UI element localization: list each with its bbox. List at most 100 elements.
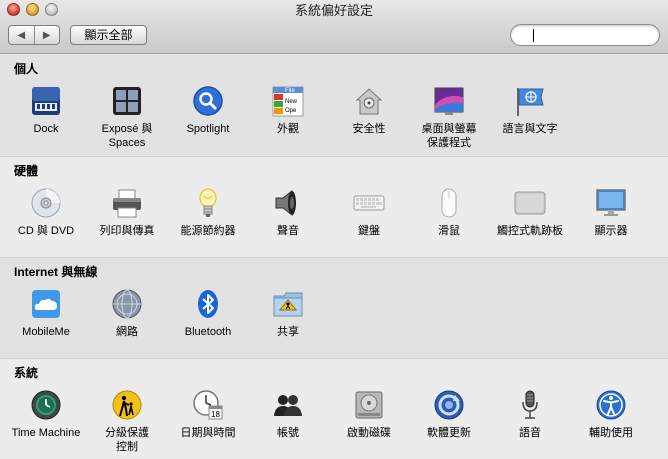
mobileme-icon [32, 290, 60, 318]
pref-pane-label: 分級保護 控制 [105, 427, 149, 453]
pref-pane-label: Exposé 與 Spaces [101, 123, 153, 149]
text-caret [533, 29, 534, 42]
section-title: 硬體 [14, 164, 39, 178]
software-update-icon [434, 390, 464, 420]
pref-pane-spotlight[interactable]: Spotlight [167, 85, 249, 136]
pref-pane-dock[interactable]: Dock [5, 85, 87, 136]
appearance-icon-text-3: Ope [285, 108, 297, 114]
startup-disk-icon [355, 391, 383, 419]
pref-pane-label: 語言與文字 [502, 123, 558, 135]
pref-pane-label: 軟體更新 [427, 427, 471, 439]
show-all-button[interactable]: 顯示全部 [70, 25, 147, 45]
section-personal: 個人 Dock Exposé 與 Spaces Spotlight File N… [0, 55, 668, 156]
pref-pane-label: 帳號 [277, 427, 299, 439]
appearance-icon-text-1: File [285, 88, 295, 94]
pref-pane-label: 能源節約器 [180, 225, 236, 237]
speech-icon [522, 390, 538, 419]
section-hardware: 硬體 CD 與 DVD 列印與傳真 能源節約器 聲音 鍵盤 滑鼠 觸控式軌跡板 … [0, 157, 668, 257]
pref-pane-label: 啟動磁碟 [347, 427, 391, 439]
pref-pane-label: 鍵盤 [358, 225, 380, 237]
pref-pane-keyboard[interactable]: 鍵盤 [328, 187, 410, 238]
energy-saver-icon [199, 188, 217, 217]
pref-pane-label: 列印與傳真 [99, 225, 155, 237]
pref-pane-label: CD 與 DVD [17, 225, 75, 237]
parental-controls-icon [112, 390, 142, 420]
pref-pane-language-text[interactable]: 語言與文字 [489, 85, 571, 136]
pref-pane-displays[interactable]: 顯示器 [570, 187, 652, 238]
section-internet-wireless: Internet 與無線 MobileMe 網路 Bluetooth 共享 [0, 258, 668, 358]
pref-pane-label: 桌面與螢幕 保護程式 [421, 123, 477, 149]
mouse-icon [441, 188, 457, 218]
security-icon [355, 88, 383, 115]
pref-pane-label: 安全性 [352, 123, 386, 135]
pref-pane-label: 共享 [277, 326, 299, 338]
pref-pane-security[interactable]: 安全性 [328, 85, 410, 136]
time-machine-icon [31, 390, 61, 420]
appearance-icon-text-2: New [285, 99, 298, 105]
pref-pane-trackpad[interactable]: 觸控式軌跡板 [489, 187, 571, 238]
pref-pane-energy-saver[interactable]: 能源節約器 [167, 187, 249, 238]
cd-dvd-icon [31, 188, 61, 218]
expose-spaces-icon [113, 87, 141, 115]
pref-pane-cd-dvd[interactable]: CD 與 DVD [5, 187, 87, 238]
pref-pane-label: 輔助使用 [589, 427, 633, 439]
back-forward-control: ◀ ▶ [8, 25, 60, 45]
calendar-day-text: 18 [211, 410, 220, 419]
pref-pane-appearance[interactable]: File New Ope 外觀 [247, 85, 329, 136]
pref-pane-software-update[interactable]: 軟體更新 [408, 389, 490, 440]
pref-pane-label: 顯示器 [594, 225, 628, 237]
date-time-icon: 18 [193, 390, 223, 420]
pref-pane-accounts[interactable]: 帳號 [247, 389, 329, 440]
pref-pane-parental-controls[interactable]: 分級保護 控制 [86, 389, 168, 454]
pref-pane-label: Dock [33, 123, 59, 135]
search-field[interactable] [510, 24, 668, 46]
pref-pane-label: MobileMe [22, 326, 70, 338]
dock-icon [32, 87, 60, 115]
pref-pane-label: 網路 [116, 326, 138, 338]
pref-pane-startup-disk[interactable]: 啟動磁碟 [328, 389, 410, 440]
section-system: 系統 Time Machine 分級保護 控制 18 日期與時間 帳號 啟動磁碟… [0, 359, 668, 459]
appearance-icon: File New Ope [272, 86, 304, 117]
pref-pane-sharing[interactable]: 共享 [247, 288, 329, 339]
pref-pane-time-machine[interactable]: Time Machine [5, 389, 87, 440]
chevron-right-icon: ▶ [42, 29, 51, 41]
trackpad-icon [514, 191, 546, 215]
pref-pane-label: 外觀 [277, 123, 299, 135]
search-input[interactable] [517, 26, 668, 44]
pref-pane-expose-spaces[interactable]: Exposé 與 Spaces [86, 85, 168, 150]
pref-pane-label: 聲音 [277, 225, 299, 237]
window-toolbar: 系統偏好設定 ◀ ▶ 顯示全部 [0, 0, 668, 54]
network-icon [112, 289, 142, 319]
chevron-left-icon: ◀ [17, 29, 26, 41]
pref-pane-print-fax[interactable]: 列印與傳真 [86, 187, 168, 238]
pref-pane-label: 觸控式軌跡板 [497, 225, 563, 237]
pref-pane-universal-access[interactable]: 輔助使用 [570, 389, 652, 440]
spotlight-icon [193, 86, 223, 116]
pref-pane-speech[interactable]: 語音 [489, 389, 571, 440]
pref-pane-date-time[interactable]: 18 日期與時間 [167, 389, 249, 440]
bluetooth-icon [198, 290, 218, 318]
window-title: 系統偏好設定 [294, 3, 373, 18]
universal-access-icon [596, 390, 626, 420]
pref-pane-desktop-screensaver[interactable]: 桌面與螢幕 保護程式 [408, 85, 490, 150]
pref-pane-label: 語音 [519, 427, 541, 439]
forward-button[interactable]: ▶ [33, 26, 60, 44]
pref-pane-bluetooth[interactable]: Bluetooth [167, 288, 249, 339]
section-title: Internet 與無線 [14, 265, 98, 279]
pref-pane-network[interactable]: 網路 [86, 288, 168, 339]
pref-pane-mobileme[interactable]: MobileMe [5, 288, 87, 339]
print-fax-icon [113, 189, 141, 218]
pref-pane-label: 滑鼠 [438, 225, 460, 237]
back-button[interactable]: ◀ [9, 26, 34, 44]
pref-pane-label: Bluetooth [184, 326, 232, 338]
pref-pane-mouse[interactable]: 滑鼠 [408, 187, 490, 238]
pref-pane-label: 日期與時間 [180, 427, 236, 439]
pref-pane-label: Time Machine [11, 427, 81, 439]
pref-pane-sound[interactable]: 聲音 [247, 187, 329, 238]
section-title: 個人 [14, 62, 39, 76]
desktop-screensaver-icon [434, 87, 464, 115]
keyboard-icon [353, 195, 385, 211]
accounts-icon [274, 395, 302, 416]
pref-pane-label: Spotlight [186, 123, 230, 135]
sharing-icon [273, 292, 303, 317]
